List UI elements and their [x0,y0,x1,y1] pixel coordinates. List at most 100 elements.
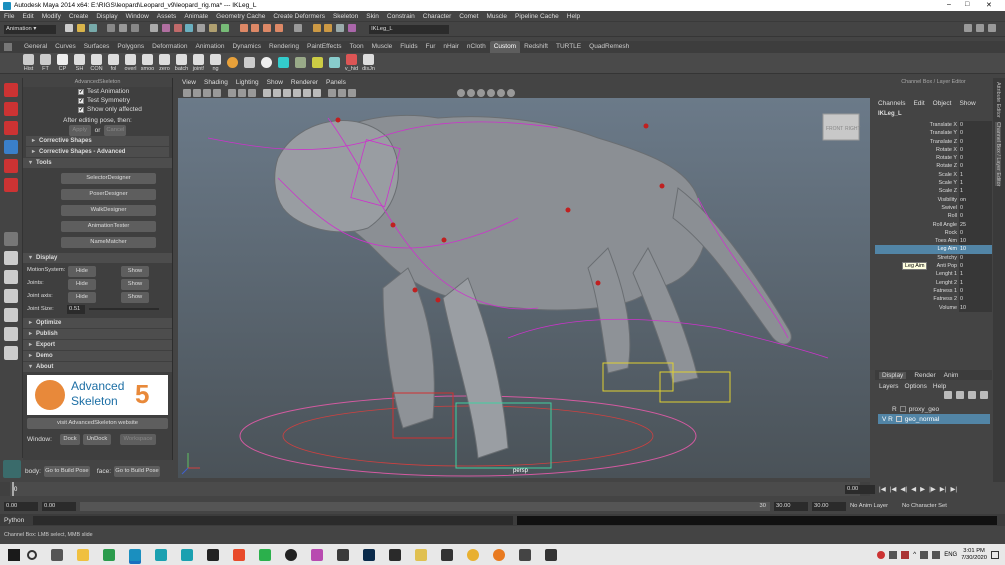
app-icon[interactable] [441,548,453,561]
shelf-tab-nhair[interactable]: nHair [439,41,463,53]
mask-surfaces-icon[interactable] [185,24,194,32]
select-hierarchy-icon[interactable] [107,24,116,32]
camera-select-icon[interactable] [183,89,191,97]
maya-taskbar-icon[interactable] [155,548,167,561]
cb-attr-row[interactable]: Rotate Y0 [875,154,992,163]
shelf-btn-grid[interactable] [326,57,343,69]
attr-value[interactable]: 1 [959,170,992,180]
textured-icon[interactable] [293,89,301,97]
motion-system-hide-button[interactable]: Hide [68,266,96,277]
prev-key-icon[interactable]: ◀| [900,485,907,493]
shelf-tab-polygons[interactable]: Polygons [113,41,148,53]
app-icon[interactable] [545,548,557,561]
attr-value[interactable]: 0 [959,145,992,155]
shelf-tab-custom[interactable]: Custom [489,41,521,53]
minimize-button[interactable]: – [947,1,951,8]
sphere-icon[interactable] [467,89,475,97]
cb-attr-row[interactable]: Rotate X0 [875,145,992,155]
sphere-icon[interactable] [507,89,515,97]
menu-skin[interactable]: Skin [362,11,383,22]
step-back-icon[interactable]: |◀ [890,485,897,493]
shelf-tab-fur[interactable]: Fur [422,41,440,53]
attr-value[interactable]: 0 [959,212,992,221]
menu-edit[interactable]: Edit [18,11,37,22]
chevron-up-icon[interactable]: ^ [913,551,916,558]
chrome-icon[interactable] [467,548,479,561]
layer-menu-options[interactable]: Options [905,383,927,390]
dock-button[interactable]: Dock [60,433,80,445]
shelf-tab-general[interactable]: General [20,41,51,53]
menu-constrain[interactable]: Constrain [383,11,419,22]
menu-comet[interactable]: Comet [455,11,482,22]
command-language[interactable]: Python [4,517,29,524]
end-time-field[interactable]: 30.00 [812,501,846,511]
shelf-btn-ft[interactable]: FT [37,54,54,72]
file-explorer-icon[interactable] [77,548,89,561]
select-component-icon[interactable] [131,24,140,32]
smooth-shade-icon[interactable] [273,89,281,97]
menu-pipeline-cache[interactable]: Pipeline Cache [511,11,563,22]
ipr-render-icon[interactable] [324,24,333,32]
snap-plane-icon[interactable] [275,24,283,32]
snap-point-icon[interactable] [263,24,272,32]
section-display[interactable]: ▾ Display [23,253,172,263]
layer-menu-layers[interactable]: Layers [879,383,899,390]
joint-axis-hide-button[interactable]: Hide [68,292,96,303]
section-corrective-shapes-advanced[interactable]: ▸ Corrective Shapes - Advanced [26,147,169,157]
cb-attr-row[interactable]: Lenght 21 [875,278,992,287]
app-icon[interactable] [415,548,427,561]
shelf-btn-con[interactable]: CON [88,54,105,72]
section-publish[interactable]: ▸ Publish [23,329,172,339]
layout-graph-icon[interactable] [4,308,18,322]
attr-value[interactable]: 10 [959,303,992,312]
mask-icon[interactable] [149,24,158,32]
vp-menu-show[interactable]: Show [263,78,287,88]
vp-menu-renderer[interactable]: Renderer [287,78,322,88]
selector-designer-button[interactable]: SelectorDesigner [61,173,156,184]
app-icon[interactable] [103,548,115,561]
selection-field[interactable]: IKLeg_L [369,24,450,34]
shelf-btn-v-hid[interactable]: v_hid [343,54,360,72]
cb-attr-row[interactable]: Roll 0 [875,212,992,221]
menu-muscle[interactable]: Muscle [482,11,511,22]
cb-attr-row[interactable]: Roll Angle 25 [875,220,992,229]
shelf-tab-dynamics[interactable]: Dynamics [228,41,265,53]
network-icon[interactable] [920,550,929,559]
walk-designer-button[interactable]: WalkDesigner [61,205,156,216]
joints-hide-button[interactable]: Hide [68,279,96,290]
clock[interactable]: 3:01 PM 7/30/2020 [961,548,987,562]
mode-dropdown[interactable]: Animation ▾ [4,24,56,34]
photoshop-icon[interactable] [363,548,375,561]
lasso-tool-icon[interactable] [4,102,18,116]
grid-toggle-icon[interactable] [228,89,236,97]
new-layer-selected-icon[interactable] [956,391,964,399]
render-icon[interactable] [312,24,321,32]
shelf-tab-ncloth[interactable]: nCloth [463,41,490,53]
shelf-btn-smoo[interactable]: smoo [139,54,156,72]
history-icon[interactable] [293,24,302,32]
next-key-icon[interactable]: |▶ [929,485,936,493]
shelf-settings-icon[interactable] [4,43,12,51]
attr-value[interactable]: 0 [959,137,992,146]
layer-flags[interactable]: V R [882,416,893,423]
cb-menu-show[interactable]: Show [959,100,975,107]
cb-attr-row[interactable]: Anti Pop 0 [875,262,992,271]
playback-end-field[interactable]: 30.00 [774,501,808,511]
menu-create[interactable]: Create [65,11,93,22]
shelf-btn-t[interactable] [241,57,258,69]
select-tool-icon[interactable] [4,83,18,97]
layer-tab-render[interactable]: Render [914,372,935,379]
cancel-button[interactable]: Cancel [104,124,127,136]
ground-control-circle[interactable] [239,395,697,477]
rig-joint[interactable] [435,297,441,303]
tray-icon[interactable] [877,550,886,559]
section-about[interactable]: ▾ About [23,362,172,372]
paint-select-icon[interactable] [4,121,18,135]
show-only-affected-checkbox[interactable]: ✓ Show only affected [23,105,172,114]
sphere-icon[interactable] [497,89,505,97]
shelf-btn-tcyan[interactable] [275,57,292,69]
app-icon[interactable] [389,548,401,561]
attr-value[interactable]: 0 [959,253,992,263]
bookmark-icon[interactable] [203,89,211,97]
menu-file[interactable]: File [0,11,18,22]
